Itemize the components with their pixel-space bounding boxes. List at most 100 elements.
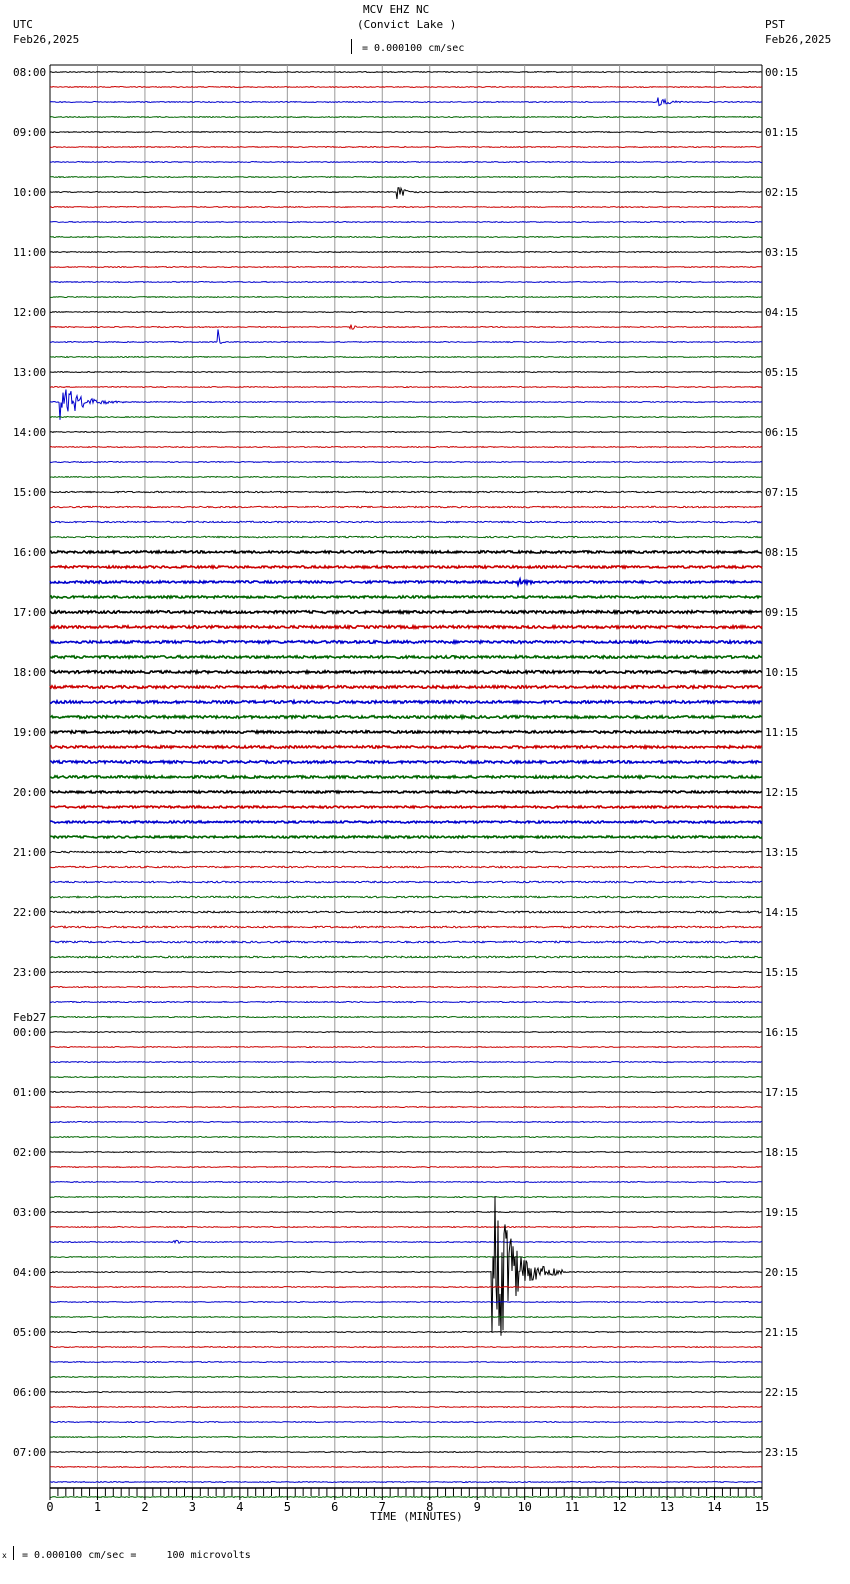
x-axis-label: TIME (MINUTES)	[370, 1510, 463, 1523]
utc-hour-label: 21:00	[13, 846, 46, 859]
utc-hour-label: 22:00	[13, 906, 46, 919]
seismic-trace	[49, 220, 763, 224]
seismic-trace	[50, 1375, 763, 1379]
seismic-trace	[49, 773, 763, 781]
utc-hour-label: 04:00	[13, 1266, 46, 1279]
utc-hour-label: 01:00	[13, 1086, 46, 1099]
seismic-trace	[49, 1030, 763, 1034]
pst-hour-label: 22:15	[765, 1386, 798, 1399]
utc-hour-label: 06:00	[13, 1386, 46, 1399]
seismic-trace	[49, 594, 763, 600]
seismic-trace	[49, 430, 763, 434]
utc-hour-label: 09:00	[13, 126, 46, 139]
seismic-trace	[49, 250, 763, 254]
seismic-trace	[49, 549, 763, 555]
utc-hour-label: 00:00	[13, 1026, 46, 1039]
seismic-trace	[49, 1480, 763, 1484]
seismic-trace	[49, 389, 763, 420]
seismic-trace	[49, 1239, 763, 1245]
seismic-trace	[49, 1285, 763, 1289]
pst-hour-label: 07:15	[765, 486, 798, 499]
x-tick-label: 14	[707, 1500, 721, 1514]
seismic-trace	[49, 355, 763, 359]
seismic-trace	[49, 1060, 762, 1064]
pst-hour-label: 23:15	[765, 1446, 798, 1459]
seismic-trace	[49, 520, 763, 524]
seismic-trace	[49, 280, 763, 284]
seismic-trace	[49, 789, 763, 795]
footer-scale-note: = 0.000100 cm/sec = 100 microvolts	[22, 1550, 251, 1561]
seismic-trace	[49, 564, 763, 570]
seismic-trace	[49, 819, 763, 825]
seismic-trace	[49, 1000, 763, 1004]
seismic-trace	[49, 1495, 763, 1499]
pst-hour-label: 11:15	[765, 726, 798, 739]
seismic-trace	[49, 910, 763, 914]
x-tick-label: 2	[141, 1500, 148, 1514]
seismic-trace	[49, 1300, 763, 1304]
utc-hour-label: 12:00	[13, 306, 46, 319]
seismic-trace	[49, 329, 763, 345]
seismic-trace	[49, 505, 763, 509]
utc-hour-label: 03:00	[13, 1206, 46, 1219]
seismic-trace	[49, 653, 763, 661]
x-tick-label: 5	[284, 1500, 291, 1514]
utc-hour-label: 07:00	[13, 1446, 46, 1459]
seismic-trace	[49, 576, 763, 588]
utc-hour-label: 11:00	[13, 246, 46, 259]
footer-scale-bar-icon	[13, 1546, 15, 1560]
seismic-trace	[49, 460, 763, 464]
utc-hour-label: 05:00	[13, 1326, 46, 1339]
seismic-trace	[49, 1105, 763, 1109]
x-tick-label: 1	[94, 1500, 101, 1514]
seismic-trace	[49, 668, 763, 676]
pst-hour-label: 04:15	[765, 306, 798, 319]
pst-hour-label: 19:15	[765, 1206, 798, 1219]
seismic-trace	[49, 1150, 763, 1154]
x-tick-label: 12	[612, 1500, 626, 1514]
seismic-trace	[49, 385, 763, 389]
seismic-trace	[49, 1090, 763, 1094]
seismic-trace	[49, 895, 763, 899]
seismic-trace	[49, 713, 763, 721]
utc-hour-label: 17:00	[13, 606, 46, 619]
seismic-trace	[49, 490, 763, 494]
pst-hour-label: 20:15	[765, 1266, 798, 1279]
seismic-trace	[49, 370, 763, 374]
seismic-trace	[49, 1405, 763, 1409]
seismic-trace	[50, 1196, 762, 1336]
seismic-trace	[49, 1465, 763, 1469]
seismogram-plot: 08:00 09:00 10:00 11:00 12:00 13:00 14:00 15:00…	[13, 64, 798, 1514]
x-tick-label: 10	[517, 1500, 531, 1514]
pst-hour-label: 06:15	[765, 426, 798, 439]
pst-hour-label: 10:15	[765, 666, 798, 679]
seismic-trace	[49, 925, 763, 929]
pst-hour-label: 09:15	[765, 606, 798, 619]
seismic-trace	[49, 175, 763, 179]
seismic-trace	[49, 1045, 762, 1049]
seismic-trace	[49, 70, 763, 74]
utc-hour-label: 23:00	[13, 966, 46, 979]
seismic-trace	[49, 1390, 762, 1394]
x-tick-label: 3	[189, 1500, 196, 1514]
seismic-trace	[49, 623, 763, 631]
seismic-trace	[49, 985, 762, 989]
seismic-trace	[49, 940, 763, 944]
utc-hour-label: 02:00	[13, 1146, 46, 1159]
pst-hour-label: 14:15	[765, 906, 798, 919]
seismic-trace	[49, 850, 763, 854]
seismic-trace	[49, 955, 763, 959]
seismic-trace	[49, 1255, 763, 1259]
utc-hour-label: 19:00	[13, 726, 46, 739]
seismic-trace	[49, 970, 763, 974]
utc-hour-label: 10:00	[13, 186, 46, 199]
seismic-trace	[49, 265, 763, 269]
seismic-trace	[49, 1345, 763, 1349]
pst-hour-label: 00:15	[765, 66, 798, 79]
seismic-trace	[49, 1315, 763, 1319]
seismic-trace	[49, 880, 763, 884]
seismic-trace	[49, 1075, 763, 1079]
pst-hour-label: 17:15	[765, 1086, 798, 1099]
seismic-trace	[49, 1360, 762, 1364]
seismic-trace	[49, 834, 763, 840]
